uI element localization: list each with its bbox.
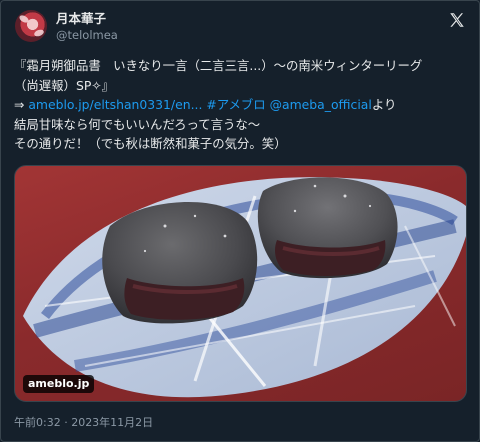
- avatar[interactable]: [15, 10, 47, 42]
- arrow-prefix: ⇒: [14, 97, 29, 112]
- tweet-line-5: その通りだ！（でも秋は断然和菓子の気分。笑）: [14, 136, 287, 151]
- author-block: 月本華子 @telolmea: [56, 11, 118, 43]
- hashtag-link[interactable]: #アメブロ: [206, 97, 265, 112]
- tweet-line-2: （尚遅報）SP✧』: [14, 77, 115, 93]
- media-image[interactable]: ameblo.jp: [14, 165, 467, 402]
- author-handle[interactable]: @telolmea: [56, 27, 118, 43]
- tweet-line-4: 結局甘味なら何でもいいんだろって言うな～: [14, 116, 261, 132]
- media-source-badge[interactable]: ameblo.jp: [23, 375, 95, 393]
- tweet-line-3: ⇒ ameblo.jp/eltshan0331/en... #アメブロ @ame…: [14, 95, 470, 115]
- wagashi-photo: [23, 177, 466, 398]
- tweet-line-1: 『霜月朔御品書 いきなり一言（二言三言...）～の南米ウィンターリーグ: [14, 58, 423, 73]
- x-logo-icon[interactable]: [448, 11, 466, 29]
- tweet-timestamp[interactable]: 午前0:32 · 2023年11月2日: [14, 414, 153, 430]
- line3-suffix: より: [371, 97, 397, 112]
- blog-link[interactable]: ameblo.jp/eltshan0331/en...: [28, 97, 202, 112]
- tweet-text: 『霜月朔御品書 いきなり一言（二言三言...）～の南米ウィンターリーグ （尚遅報…: [14, 56, 470, 154]
- author-display-name[interactable]: 月本華子: [56, 11, 118, 27]
- mention-link[interactable]: @ameba_official: [270, 97, 372, 112]
